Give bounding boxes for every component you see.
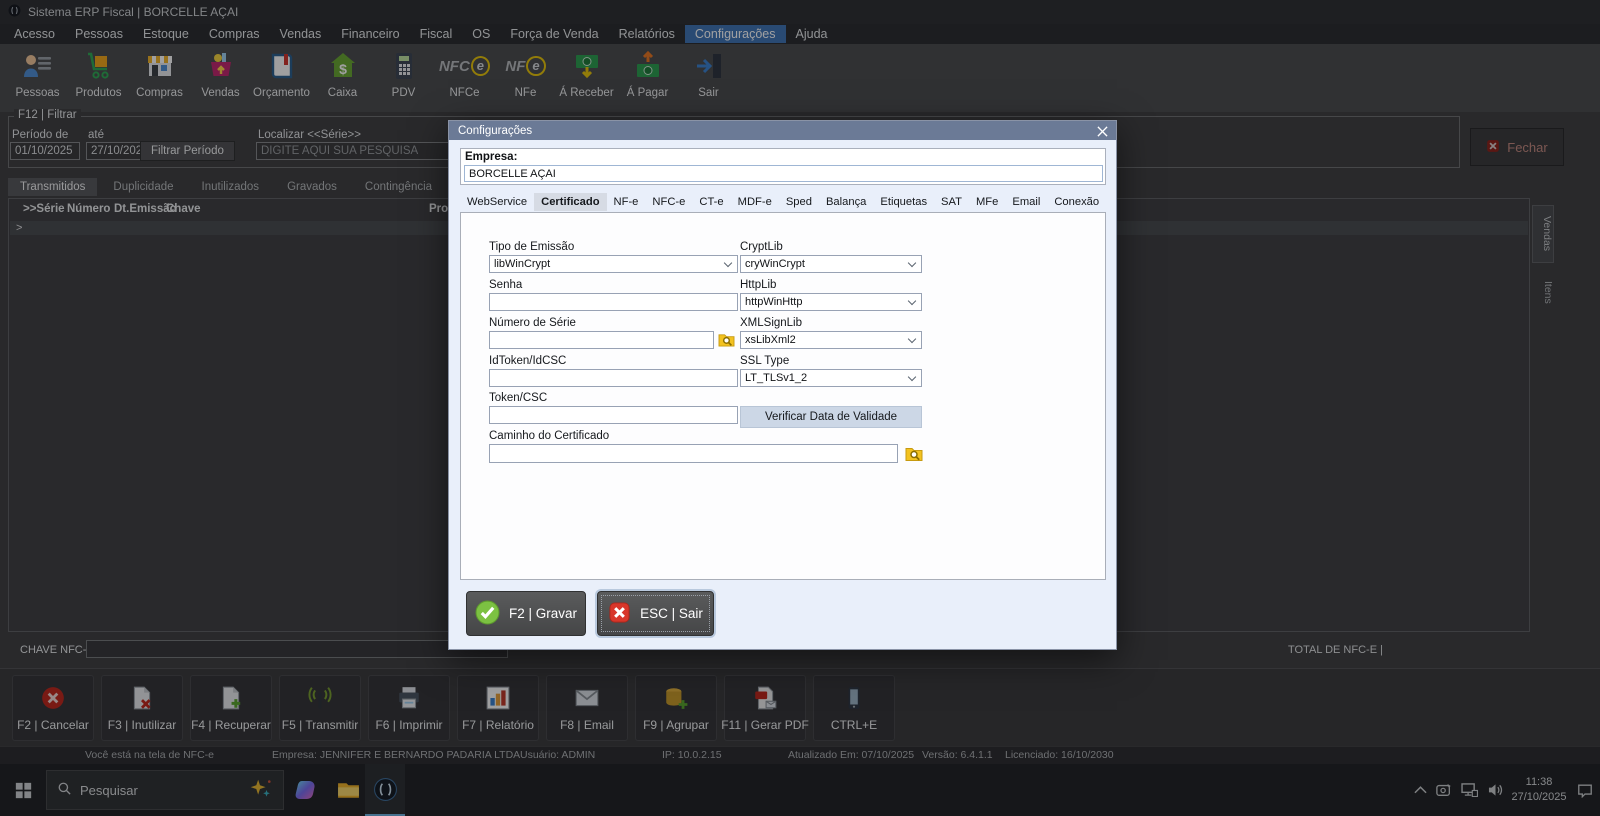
gravar-button[interactable]: F2 | Gravar	[466, 591, 586, 636]
idtoken-input[interactable]	[489, 369, 738, 387]
empresa-groupbox: Empresa:	[460, 148, 1106, 185]
caminho-certificado-input[interactable]	[489, 444, 898, 463]
senha-label: Senha	[489, 279, 522, 291]
numero-serie-browse-button[interactable]	[717, 331, 735, 348]
folder-search-icon	[905, 445, 923, 462]
dtab-conexao[interactable]: Conexão	[1047, 193, 1106, 211]
dtab-sped[interactable]: Sped	[779, 193, 819, 211]
dialog-title: Configurações	[458, 125, 532, 137]
numero-serie-input[interactable]	[489, 331, 714, 349]
idtoken-label: IdToken/IdCSC	[489, 355, 566, 367]
dialog-close-icon[interactable]	[1095, 124, 1109, 138]
dtab-balanca[interactable]: Balança	[819, 193, 873, 211]
chevron-down-icon	[908, 258, 916, 266]
verificar-validade-button[interactable]: Verificar Data de Validade	[740, 406, 922, 428]
httplib-select[interactable]: httpWinHttp	[740, 293, 922, 311]
xmlsignlib-label: XMLSignLib	[740, 317, 802, 329]
dtab-webservice[interactable]: WebService	[460, 193, 534, 211]
token-input[interactable]	[489, 406, 738, 424]
senha-input[interactable]	[489, 293, 738, 311]
dialog-titlebar: Configurações	[449, 121, 1116, 140]
chevron-down-icon	[724, 258, 732, 266]
tipo-emissao-label: Tipo de Emissão	[489, 241, 574, 253]
empresa-label: Empresa:	[465, 151, 517, 163]
token-label: Token/CSC	[489, 392, 547, 404]
dtab-nfe[interactable]: NF-e	[607, 193, 646, 211]
caminho-browse-button[interactable]	[905, 445, 923, 462]
dtab-certificado[interactable]: Certificado	[534, 193, 606, 211]
dtab-email[interactable]: Email	[1005, 193, 1047, 211]
dtab-sat[interactable]: SAT	[934, 193, 969, 211]
sair-button-label: ESC | Sair	[640, 606, 703, 621]
screen: Sistema ERP Fiscal | BORCELLE AÇAI Acess…	[0, 0, 1600, 816]
dialog-tab-strip: WebService Certificado NF-e NFC-e CT-e M…	[460, 193, 1106, 211]
empresa-input[interactable]	[464, 165, 1103, 182]
gravar-button-label: F2 | Gravar	[509, 606, 577, 621]
tipo-emissao-select[interactable]: libWinCrypt	[489, 255, 738, 273]
dtab-mfe[interactable]: MFe	[969, 193, 1005, 211]
dtab-etiquetas[interactable]: Etiquetas	[873, 193, 934, 211]
xmlsignlib-select[interactable]: xsLibXml2	[740, 331, 922, 349]
x-icon	[608, 601, 631, 627]
configuracoes-dialog: Configurações Empresa: WebService Certif…	[448, 120, 1117, 650]
numero-serie-label: Número de Série	[489, 317, 576, 329]
caminho-certificado-label: Caminho do Certificado	[489, 430, 609, 442]
check-icon	[475, 600, 500, 628]
ssltype-select[interactable]: LT_TLSv1_2	[740, 369, 922, 387]
chevron-down-icon	[908, 296, 916, 304]
folder-search-icon	[718, 332, 735, 347]
dtab-nfce[interactable]: NFC-e	[645, 193, 692, 211]
chevron-down-icon	[908, 372, 916, 380]
dtab-cte[interactable]: CT-e	[692, 193, 730, 211]
cryptlib-select[interactable]: cryWinCrypt	[740, 255, 922, 273]
cryptlib-label: CryptLib	[740, 241, 783, 253]
sair-button[interactable]: ESC | Sair	[597, 591, 714, 636]
dtab-mdfe[interactable]: MDF-e	[731, 193, 779, 211]
chevron-down-icon	[908, 334, 916, 342]
ssltype-label: SSL Type	[740, 355, 789, 367]
httplib-label: HttpLib	[740, 279, 776, 291]
